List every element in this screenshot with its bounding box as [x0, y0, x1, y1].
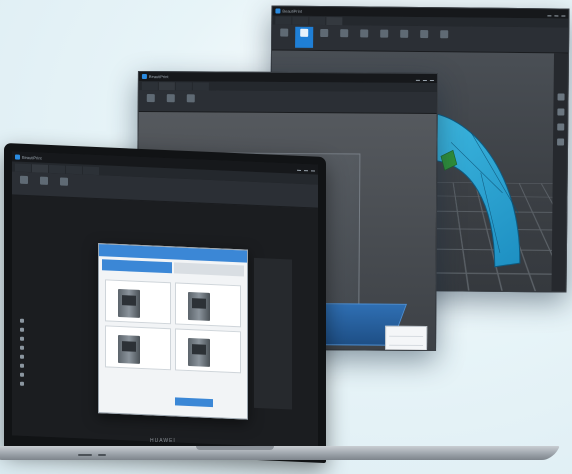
tool-icon — [440, 30, 449, 39]
tab-file[interactable] — [15, 163, 31, 173]
tool-icon — [300, 28, 309, 37]
window-controls[interactable] — [297, 166, 315, 172]
tab-view[interactable] — [175, 82, 192, 91]
tab-file[interactable] — [141, 81, 158, 91]
setting-row[interactable] — [257, 327, 289, 334]
dialog-tab-1[interactable] — [102, 259, 172, 274]
ribbon-button-1[interactable] — [142, 92, 160, 109]
tool-icon — [320, 28, 329, 38]
info-icon — [20, 318, 24, 323]
tool-icon — [186, 94, 195, 103]
ribbon-button-1[interactable] — [275, 26, 293, 47]
tool-icon — [340, 29, 349, 38]
tab-edit[interactable] — [292, 16, 309, 25]
info-icon — [20, 345, 24, 350]
printer-card[interactable] — [105, 279, 171, 325]
info-note — [20, 390, 76, 392]
ribbon-button-2[interactable] — [35, 174, 53, 194]
list-item[interactable] — [20, 379, 76, 390]
usb-port — [98, 454, 106, 456]
laptop-lid: BeautiPrint — [4, 142, 326, 464]
laptop-screen: BeautiPrint — [12, 151, 318, 449]
tool-icon — [40, 176, 48, 185]
tab-edit[interactable] — [49, 164, 65, 174]
ribbon-button-1[interactable] — [15, 173, 33, 193]
app-name: BeautiPrint — [148, 74, 169, 80]
app-logo-icon — [275, 8, 281, 14]
info-icon — [20, 363, 24, 368]
tool-icon[interactable] — [556, 108, 564, 116]
usb-port — [78, 454, 92, 456]
info-icon — [20, 354, 24, 359]
printer-image — [118, 288, 140, 318]
printer-image — [188, 292, 210, 321]
ribbon-button-7[interactable] — [395, 28, 413, 49]
tab-view[interactable] — [309, 16, 326, 26]
select-printer-dialog — [98, 243, 248, 420]
ribbon-button-5[interactable] — [355, 27, 373, 48]
info-note — [20, 390, 76, 392]
printer-card[interactable] — [105, 325, 171, 371]
laptop-base — [0, 446, 560, 460]
window-controls[interactable] — [415, 76, 434, 81]
tool-icon — [20, 175, 28, 185]
tool-icon — [166, 94, 175, 103]
ribbon-button-3[interactable] — [55, 175, 73, 195]
tab-edit[interactable] — [158, 82, 175, 91]
info-icon — [20, 327, 24, 332]
ribbon-button-6[interactable] — [375, 28, 393, 49]
printer-grid — [99, 277, 247, 375]
tool-icon — [400, 29, 409, 38]
tab-print[interactable] — [83, 166, 99, 176]
app-logo-icon — [15, 153, 20, 160]
info-icon — [20, 381, 24, 386]
properties-panel — [384, 325, 428, 352]
printer-image — [188, 338, 210, 367]
right-tool-sidebar — [551, 53, 569, 292]
printer-card[interactable] — [175, 328, 241, 374]
printer-card[interactable] — [175, 282, 241, 328]
ribbon-button-9[interactable] — [435, 28, 453, 49]
ribbon-button-4[interactable] — [335, 27, 353, 48]
window-controls[interactable] — [547, 11, 566, 17]
tab-view[interactable] — [66, 165, 82, 175]
printer-image — [118, 334, 140, 364]
hero-stage: BeautiPrint BeautiPrint BeautiPrint HUAW… — [0, 0, 572, 474]
tool-icon — [280, 28, 289, 37]
laptop-brand: HUAWEI — [150, 438, 176, 444]
tool-icon — [146, 94, 155, 103]
window-title — [169, 77, 416, 79]
app-name: BeautiPrint — [282, 8, 303, 14]
tab-print[interactable] — [326, 17, 343, 26]
settings-panel — [254, 257, 292, 410]
tab-file[interactable] — [275, 16, 292, 25]
info-icon — [20, 372, 24, 377]
tab-model[interactable] — [32, 164, 48, 173]
dialog-tab-2[interactable] — [174, 262, 244, 277]
ribbon-button-8[interactable] — [415, 28, 433, 49]
ribbon-button-3[interactable] — [315, 27, 333, 48]
tool-icon[interactable] — [556, 123, 564, 131]
tool-icon — [60, 177, 68, 186]
tool-icon — [380, 29, 389, 38]
tool-icon[interactable] — [556, 138, 564, 146]
ribbon-toolbar — [138, 89, 437, 115]
tool-icon — [360, 29, 369, 38]
tab-print[interactable] — [192, 82, 209, 91]
info-note — [20, 390, 76, 392]
tool-icon — [420, 30, 429, 39]
tool-icon[interactable] — [557, 93, 565, 101]
confirm-button[interactable] — [175, 397, 213, 408]
app-logo-icon — [141, 73, 147, 80]
ribbon-button-3[interactable] — [182, 92, 200, 109]
window-title — [302, 11, 547, 14]
ribbon-button-2[interactable] — [162, 92, 180, 109]
info-icon — [20, 336, 24, 341]
laptop-hinge-notch — [196, 446, 274, 450]
app-name: BeautiPrint — [22, 154, 42, 161]
ribbon-button-2[interactable] — [295, 26, 314, 48]
model-info-list — [12, 195, 80, 439]
ribbon-toolbar — [272, 24, 569, 54]
